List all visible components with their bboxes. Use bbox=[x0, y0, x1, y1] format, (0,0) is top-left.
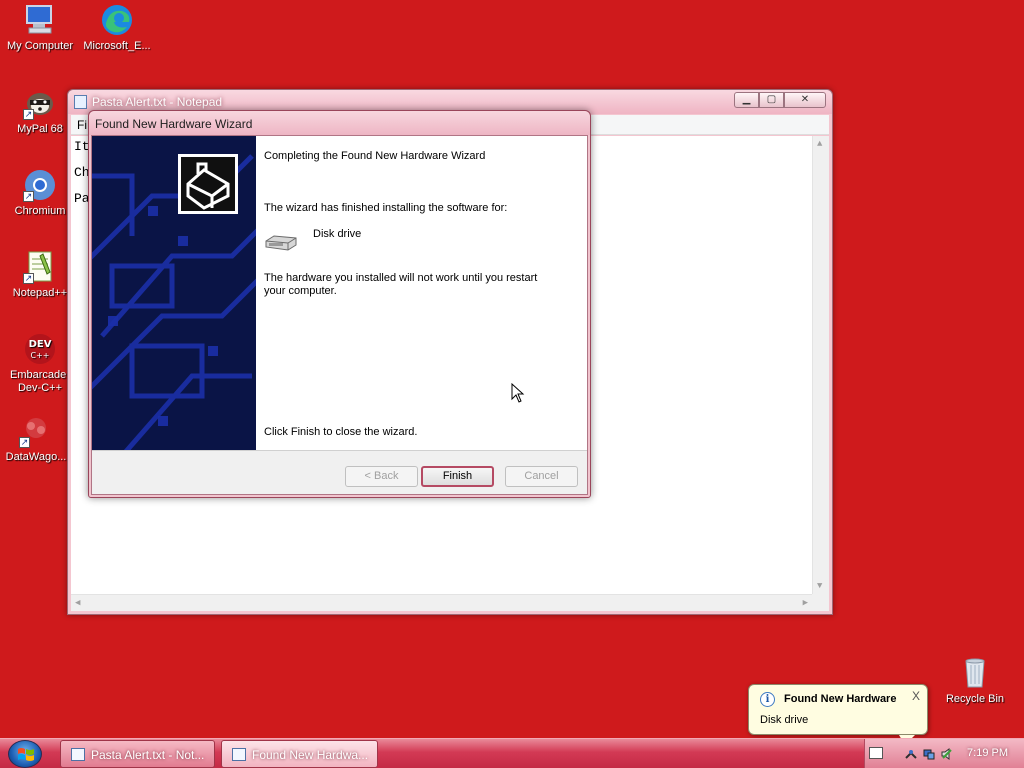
desktop-icon-label: Recycle Bin bbox=[945, 693, 1005, 705]
safely-remove-hardware-icon[interactable] bbox=[905, 748, 917, 760]
balloon-title: Found New Hardware bbox=[784, 693, 897, 705]
wizard-titlebar[interactable]: Found New Hardware Wizard bbox=[89, 111, 590, 135]
taskbar: Pasta Alert.txt - Not... Found New Hardw… bbox=[0, 738, 1024, 768]
svg-text:DEV: DEV bbox=[29, 339, 52, 350]
notepad-task-icon bbox=[71, 748, 85, 761]
shortcut-arrow-icon: ↗ bbox=[19, 437, 30, 448]
minimize-button[interactable]: ▁ bbox=[734, 92, 759, 108]
wizard-banner-graphic bbox=[92, 136, 256, 450]
balloon-text: Disk drive bbox=[760, 714, 809, 726]
keyboard-icon[interactable] bbox=[869, 747, 883, 759]
recycle-bin-icon bbox=[958, 656, 992, 690]
wizard-restart-line1: The hardware you installed will not work… bbox=[264, 272, 538, 284]
wizard-finished-text: The wizard has finished installing the s… bbox=[264, 202, 508, 214]
system-tray: 7:19 PM bbox=[864, 739, 1024, 768]
close-button[interactable]: ✕ bbox=[784, 92, 826, 108]
computer-icon bbox=[23, 3, 57, 37]
shortcut-arrow-icon: ↗ bbox=[23, 191, 34, 202]
mypal-icon: ↗ bbox=[23, 86, 57, 120]
desktop-icon-label: Chromium bbox=[14, 205, 66, 217]
wizard-content: Completing the Found New Hardware Wizard… bbox=[264, 136, 584, 450]
notepad-document-icon bbox=[74, 95, 87, 109]
mouse-cursor-icon bbox=[511, 382, 525, 406]
wizard-heading: Completing the Found New Hardware Wizard bbox=[264, 150, 486, 162]
desktop-icon-label-line2: Dev-C++ bbox=[17, 382, 63, 394]
scroll-right-icon[interactable]: ▶ bbox=[803, 598, 808, 608]
menu-file[interactable]: Fi bbox=[77, 118, 87, 132]
desktop-icon-label: Microsoft_E... bbox=[83, 40, 151, 52]
desktop-icon-label: My Computer bbox=[6, 40, 74, 52]
windows-logo-icon bbox=[18, 748, 34, 761]
notepad-window-controls: ▁ ▢ ✕ bbox=[734, 92, 826, 108]
desktop-icon-label: DataWago... bbox=[5, 451, 67, 463]
datawagon-icon: ↗ bbox=[19, 414, 53, 448]
notification-balloon[interactable]: i Found New Hardware X Disk drive bbox=[748, 684, 928, 745]
maximize-button[interactable]: ▢ bbox=[759, 92, 784, 108]
scroll-left-icon[interactable]: ◀ bbox=[75, 598, 80, 608]
taskbar-item-label: Found New Hardwa... bbox=[252, 748, 369, 762]
balloon-close-icon[interactable]: X bbox=[912, 689, 920, 703]
wizard-panel: Completing the Found New Hardware Wizard… bbox=[91, 135, 588, 495]
edge-icon bbox=[100, 3, 134, 37]
desktop-icon-label: MyPal 68 bbox=[17, 123, 63, 135]
desktop-icon-microsoft-edge[interactable]: Microsoft_E... bbox=[78, 3, 156, 53]
taskbar-item-hardware-wizard[interactable]: Found New Hardwa... bbox=[221, 740, 378, 768]
taskbar-item-notepad[interactable]: Pasta Alert.txt - Not... bbox=[60, 740, 215, 768]
shortcut-arrow-icon: ↗ bbox=[23, 273, 34, 284]
wizard-restart-line2: your computer. bbox=[264, 285, 337, 297]
cancel-button[interactable]: Cancel bbox=[505, 466, 578, 487]
start-button[interactable] bbox=[8, 740, 42, 768]
scroll-down-icon[interactable]: ▼ bbox=[817, 581, 822, 591]
desktop-icon-label-line1: Embarcader bbox=[10, 369, 70, 381]
info-icon: i bbox=[760, 692, 775, 707]
wizard-sidebar-banner bbox=[92, 136, 256, 450]
notepadpp-icon: ↗ bbox=[23, 250, 57, 284]
vertical-scrollbar[interactable]: ▲ ▼ bbox=[812, 136, 829, 594]
wizard-title: Found New Hardware Wizard bbox=[95, 117, 253, 131]
disk-drive-icon bbox=[264, 232, 298, 254]
found-new-hardware-wizard[interactable]: Found New Hardware Wizard Completing the… bbox=[88, 110, 591, 498]
desktop-icon-label: Notepad++ bbox=[12, 287, 68, 299]
finish-button[interactable]: Finish bbox=[421, 466, 494, 487]
shortcut-arrow-icon: ↗ bbox=[23, 109, 34, 120]
back-button[interactable]: < Back bbox=[345, 466, 418, 487]
taskbar-clock[interactable]: 7:19 PM bbox=[967, 747, 1008, 759]
devcpp-icon: DEV C++ bbox=[23, 332, 57, 366]
scroll-up-icon[interactable]: ▲ bbox=[817, 139, 822, 149]
resize-grip-icon[interactable] bbox=[812, 594, 829, 611]
wizard-button-bar: < Back Finish Cancel bbox=[92, 450, 587, 494]
volume-icon[interactable] bbox=[941, 748, 953, 760]
chromium-icon: ↗ bbox=[23, 168, 57, 202]
svg-text:C++: C++ bbox=[31, 351, 50, 360]
wizard-close-hint: Click Finish to close the wizard. bbox=[264, 426, 418, 438]
desktop-icon-recycle-bin[interactable]: Recycle Bin bbox=[936, 656, 1014, 706]
horizontal-scrollbar[interactable]: ◀ ▶ bbox=[71, 594, 812, 611]
taskbar-item-label: Pasta Alert.txt - Not... bbox=[91, 748, 205, 762]
desktop-icon-my-computer[interactable]: My Computer bbox=[1, 3, 79, 53]
desktop-icon-datawagon[interactable]: ↗ DataWago... bbox=[0, 414, 75, 464]
notepad-title: Pasta Alert.txt - Notepad bbox=[92, 95, 223, 109]
wizard-task-icon bbox=[232, 748, 246, 761]
wizard-device-name: Disk drive bbox=[313, 228, 362, 240]
network-icon[interactable] bbox=[923, 748, 935, 760]
